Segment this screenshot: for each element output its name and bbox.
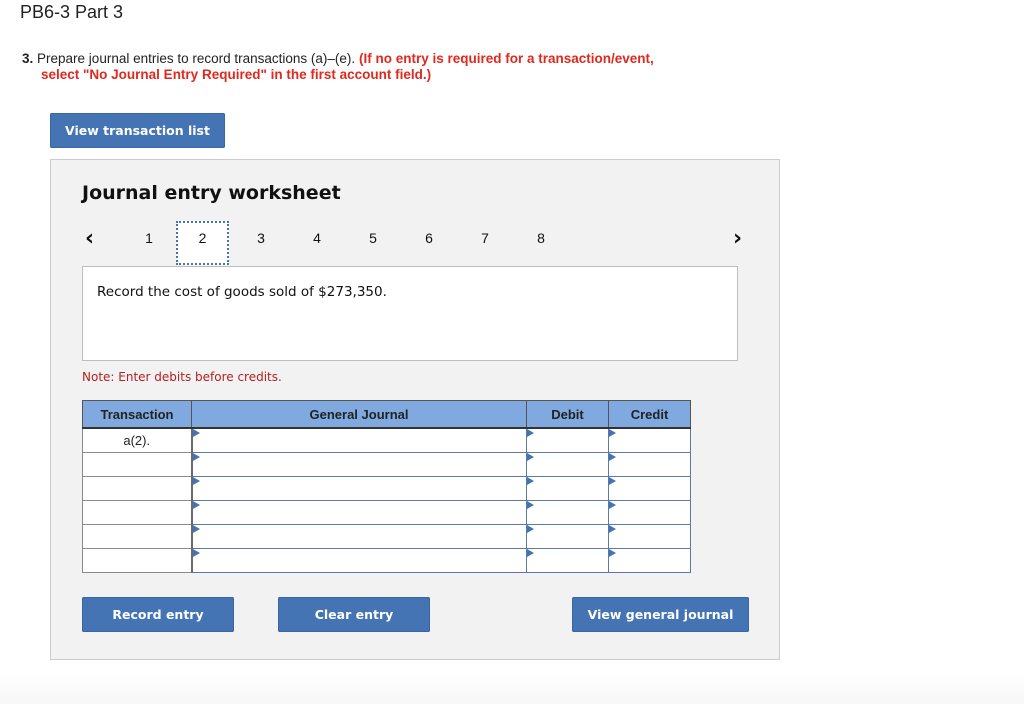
header-debit: Debit — [526, 400, 609, 429]
debit-input[interactable] — [526, 524, 609, 549]
chevron-left-icon[interactable]: ‹ — [85, 226, 94, 251]
page-title: PB6-3 Part 3 — [20, 2, 124, 22]
debit-input[interactable] — [526, 476, 609, 501]
tab-6[interactable]: 6 — [401, 223, 457, 267]
debit-credit-note: Note: Enter debits before credits. — [82, 370, 282, 384]
journal-entry-worksheet: Journal entry worksheet ‹ 1 2 3 4 5 6 7 … — [50, 159, 780, 660]
credit-input[interactable] — [608, 476, 691, 501]
transaction-cell — [82, 500, 193, 525]
transaction-cell — [82, 548, 193, 573]
account-input[interactable] — [191, 500, 527, 525]
chevron-right-icon[interactable]: › — [733, 226, 742, 251]
view-transaction-list-button[interactable]: View transaction list — [50, 113, 225, 148]
instructions: 3. Prepare journal entries to record tra… — [22, 51, 712, 83]
journal-row — [82, 476, 691, 501]
tab-8[interactable]: 8 — [513, 223, 569, 267]
debit-input[interactable] — [526, 427, 609, 453]
transaction-cell — [82, 524, 193, 549]
debit-input[interactable] — [526, 548, 609, 573]
record-entry-button[interactable]: Record entry — [82, 597, 234, 632]
account-input[interactable] — [191, 476, 527, 501]
transaction-description: Record the cost of goods sold of $273,35… — [97, 284, 387, 300]
journal-row — [82, 548, 691, 573]
account-input[interactable] — [191, 548, 527, 573]
account-input[interactable] — [191, 427, 527, 453]
journal-row — [82, 500, 691, 525]
clear-entry-button[interactable]: Clear entry — [278, 597, 430, 632]
credit-input[interactable] — [608, 524, 691, 549]
instruction-warning-2: select "No Journal Entry Required" in th… — [41, 67, 432, 82]
worksheet-title: Journal entry worksheet — [82, 182, 341, 204]
journal-table: Transaction General Journal Debit Credit… — [82, 400, 691, 573]
instruction-text: Prepare journal entries to record transa… — [37, 51, 356, 66]
journal-row — [82, 524, 691, 549]
tab-7[interactable]: 7 — [457, 223, 513, 267]
header-transaction: Transaction — [82, 400, 192, 429]
transaction-cell — [82, 476, 193, 501]
debit-input[interactable] — [526, 452, 609, 477]
instruction-warning-1: (If no entry is required for a transacti… — [358, 51, 654, 66]
tab-4[interactable]: 4 — [289, 223, 345, 267]
account-input[interactable] — [191, 524, 527, 549]
account-input[interactable] — [191, 452, 527, 477]
header-credit: Credit — [608, 400, 691, 429]
tab-5[interactable]: 5 — [345, 223, 401, 267]
journal-row — [82, 452, 691, 477]
instruction-number: 3. — [22, 51, 34, 66]
credit-input[interactable] — [608, 427, 691, 453]
transaction-cell: a(2). — [82, 427, 193, 453]
tab-3[interactable]: 3 — [233, 223, 289, 267]
transaction-cell — [82, 452, 193, 477]
header-general-journal: General Journal — [191, 400, 527, 429]
view-general-journal-button[interactable]: View general journal — [572, 597, 749, 632]
credit-input[interactable] — [608, 452, 691, 477]
transaction-description-box: Record the cost of goods sold of $273,35… — [82, 266, 738, 361]
tab-2[interactable]: 2 — [176, 221, 229, 265]
credit-input[interactable] — [608, 548, 691, 573]
journal-row: a(2). — [82, 427, 691, 453]
credit-input[interactable] — [608, 500, 691, 525]
debit-input[interactable] — [526, 500, 609, 525]
tab-1[interactable]: 1 — [121, 223, 177, 267]
